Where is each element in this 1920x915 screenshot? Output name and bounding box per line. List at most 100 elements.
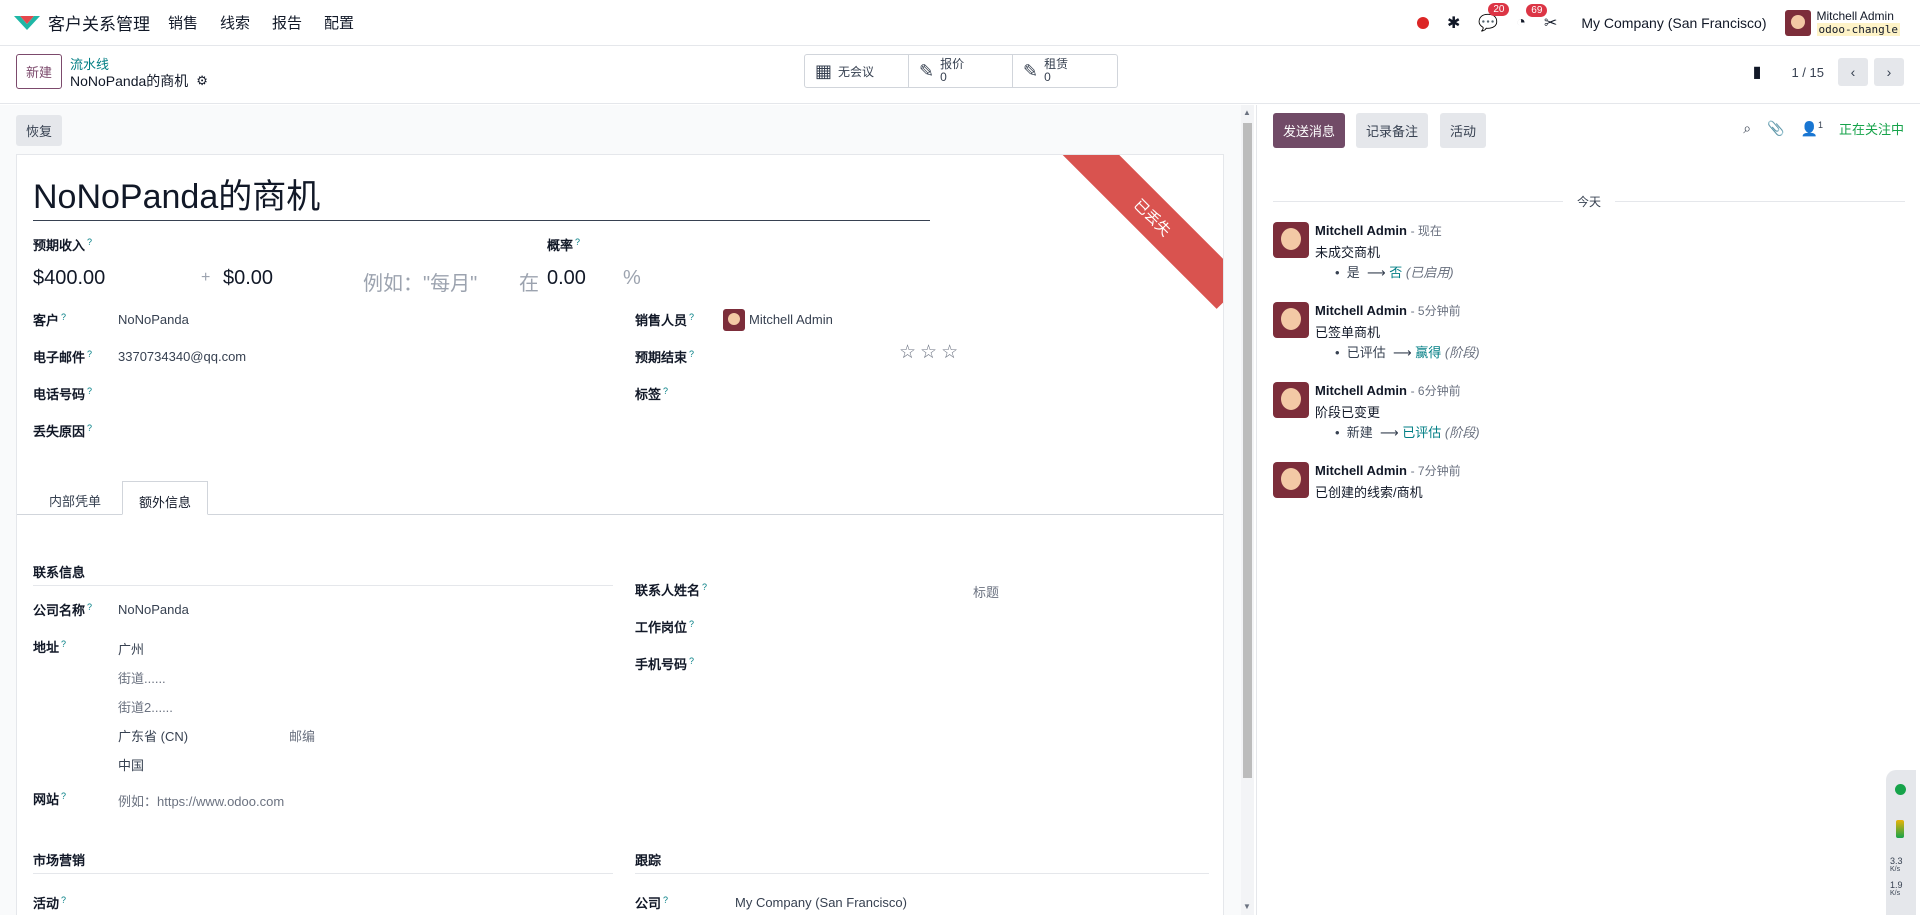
download-speed: 1.9 (1890, 880, 1903, 890)
author-name[interactable]: Mitchell Admin (1315, 223, 1407, 238)
author-avatar[interactable] (1273, 382, 1309, 418)
pager-value[interactable]: 1 / 15 (1791, 65, 1824, 80)
opportunity-title[interactable]: NoNoPanda的商机 (33, 169, 930, 221)
section-contact-info: 联系信息 (33, 562, 613, 586)
contact-title-input[interactable]: 标题 (973, 582, 999, 601)
company-label: 公司? (635, 894, 669, 911)
section-marketing: 市场营销 (33, 850, 613, 874)
website-input[interactable]: 例如：https://www.odoo.com (118, 791, 284, 810)
probability-input[interactable]: 0.00 (547, 267, 586, 290)
menu-configuration[interactable]: 配置 (324, 12, 354, 33)
plus-sign: + (201, 269, 211, 286)
priority-stars[interactable]: ☆☆☆ (899, 341, 962, 364)
control-panel: 新建 流水线 NoNoPanda的商机 ⚙ ▦ 无会议 ✎ 报价 0 ✎ 租赁 0 … (0, 46, 1920, 104)
campaign-label: 活动? (33, 894, 67, 911)
scroll-thumb[interactable] (1243, 123, 1252, 778)
download-unit: K/s (1890, 890, 1901, 897)
form-scrollbar[interactable]: ▲ ▼ (1241, 105, 1254, 915)
mobile-label: 手机号码? (635, 655, 695, 672)
message-body: 已创建的线索/商机 (1315, 485, 1423, 500)
salesperson-label: 销售人员? (635, 311, 695, 328)
gear-icon[interactable]: ⚙ (196, 73, 208, 89)
website-label: 网站? (33, 790, 67, 807)
edit-icon: ✎ (919, 60, 935, 81)
restore-button[interactable]: 恢复 (16, 115, 63, 146)
author-name[interactable]: Mitchell Admin (1315, 303, 1407, 318)
edit-icon: ✎ (1023, 60, 1039, 81)
zip-input[interactable]: 邮编 (289, 726, 315, 745)
crm-app-icon[interactable] (12, 13, 42, 33)
author-name[interactable]: Mitchell Admin (1315, 463, 1407, 478)
city-input[interactable]: 广州 (118, 639, 144, 658)
record-icon[interactable] (1416, 17, 1429, 29)
tools-icon[interactable]: ✂ (1544, 13, 1557, 33)
email-input[interactable]: 3370734340@qq.com (118, 349, 246, 364)
tab-extra-info[interactable]: 额外信息 (122, 481, 209, 515)
top-navbar: 客户关系管理 销售 线索 报告 配置 ✱ 💬 20 ◔ 69 ✂ My Compan… (0, 0, 1920, 46)
new-button[interactable]: 新建 (16, 54, 63, 89)
message-body: 阶段已变更 (1315, 405, 1381, 420)
pager-next[interactable]: › (1874, 58, 1904, 86)
menu-reporting[interactable]: 报告 (272, 12, 302, 33)
lost-ribbon: 已丢失 (1061, 155, 1223, 309)
paperclip-icon[interactable]: 📎 (1767, 120, 1784, 137)
scroll-up-icon[interactable]: ▲ (1243, 108, 1251, 117)
recurring-revenue-input[interactable]: $0.00 (223, 267, 273, 290)
message-time: - 5分钟前 (1410, 304, 1461, 318)
followers-icon[interactable]: 👤1 (1801, 120, 1823, 138)
navbar-systray: ✱ 💬 20 ◔ 69 ✂ My Company (San Francisco) M… (1416, 0, 1900, 46)
tab-internal-notes[interactable]: 内部凭单 (33, 481, 117, 515)
rentals-button[interactable]: ✎ 租赁 0 (1013, 55, 1117, 87)
salesperson-input[interactable]: Mitchell Admin (749, 312, 833, 327)
notebook-tabs: 内部凭单 额外信息 (17, 475, 1223, 515)
rentals-count: 0 (1044, 70, 1051, 84)
recurring-plan-input[interactable]: 例如："每月" (363, 267, 477, 296)
company-input[interactable]: My Company (San Francisco) (735, 895, 907, 910)
send-message-button[interactable]: 发送消息 (1273, 113, 1346, 148)
pager-previous[interactable]: ‹ (1838, 58, 1868, 86)
chatter-tools: ⌕ 📎 👤1 正在关注中 (1743, 119, 1904, 138)
street2-input[interactable]: 街道2...... (118, 697, 173, 716)
chat-icon[interactable]: 💬 20 (1478, 3, 1510, 33)
upload-speed: 3.3 (1890, 856, 1903, 866)
status-bar (1896, 820, 1904, 838)
clock-icon[interactable]: ◔ 69 (1516, 4, 1548, 32)
meetings-button[interactable]: ▦ 无会议 (805, 55, 909, 87)
company-name-input[interactable]: NoNoPanda (118, 602, 189, 617)
activities-button[interactable]: 活动 (1440, 113, 1487, 148)
message-time: - 6分钟前 (1410, 384, 1461, 398)
log-note-button[interactable]: 记录备注 (1356, 113, 1429, 148)
search-icon[interactable]: ⌕ (1743, 120, 1751, 137)
chatter-panel: 发送消息 记录备注 活动 ⌕ 📎 👤1 正在关注中 今天 Mitchell Ad… (1256, 105, 1920, 915)
company-name-label: 公司名称? (33, 601, 93, 618)
following-button[interactable]: 正在关注中 (1839, 119, 1904, 138)
calendar-icon: ▦ (815, 60, 833, 81)
customer-input[interactable]: NoNoPanda (118, 312, 189, 327)
country-input[interactable]: 中国 (118, 755, 144, 774)
probability-label: 概率? (547, 236, 581, 253)
author-avatar[interactable] (1273, 222, 1309, 258)
bug-icon[interactable]: ✱ (1447, 13, 1460, 33)
author-avatar[interactable] (1273, 302, 1309, 338)
author-avatar[interactable] (1273, 462, 1309, 498)
scroll-down-icon[interactable]: ▼ (1243, 902, 1251, 911)
company-switcher[interactable]: My Company (San Francisco) (1581, 15, 1766, 31)
author-name[interactable]: Mitchell Admin (1315, 383, 1407, 398)
expected-revenue-input[interactable]: $400.00 (33, 267, 105, 290)
quotations-button[interactable]: ✎ 报价 0 (909, 55, 1013, 87)
network-status-widget[interactable]: 3.3 K/s 1.9 K/s (1886, 770, 1916, 915)
menu-sales[interactable]: 销售 (168, 12, 198, 33)
state-input[interactable]: 广东省 (CN) (118, 726, 188, 745)
menu-leads[interactable]: 线索 (220, 12, 250, 33)
customer-label: 客户? (33, 311, 67, 328)
app-name[interactable]: 客户关系管理 (48, 10, 150, 35)
user-menu[interactable]: Mitchell Admin odoo-changle (1784, 9, 1900, 36)
user-name: Mitchell Admin (1816, 9, 1894, 23)
street-input[interactable]: 街道...... (118, 668, 166, 687)
form-area: 恢复 已丢失 NoNoPanda的商机 预期收入? 概率? $400.00 + … (0, 105, 1254, 915)
breadcrumb-current: NoNoPanda的商机 ⚙ (70, 71, 208, 91)
upload-unit: K/s (1890, 866, 1901, 873)
phone-label: 电话号码? (33, 385, 93, 402)
bookmark-icon[interactable]: ▮ (1753, 62, 1762, 82)
database-name: odoo-changle (1816, 23, 1900, 36)
